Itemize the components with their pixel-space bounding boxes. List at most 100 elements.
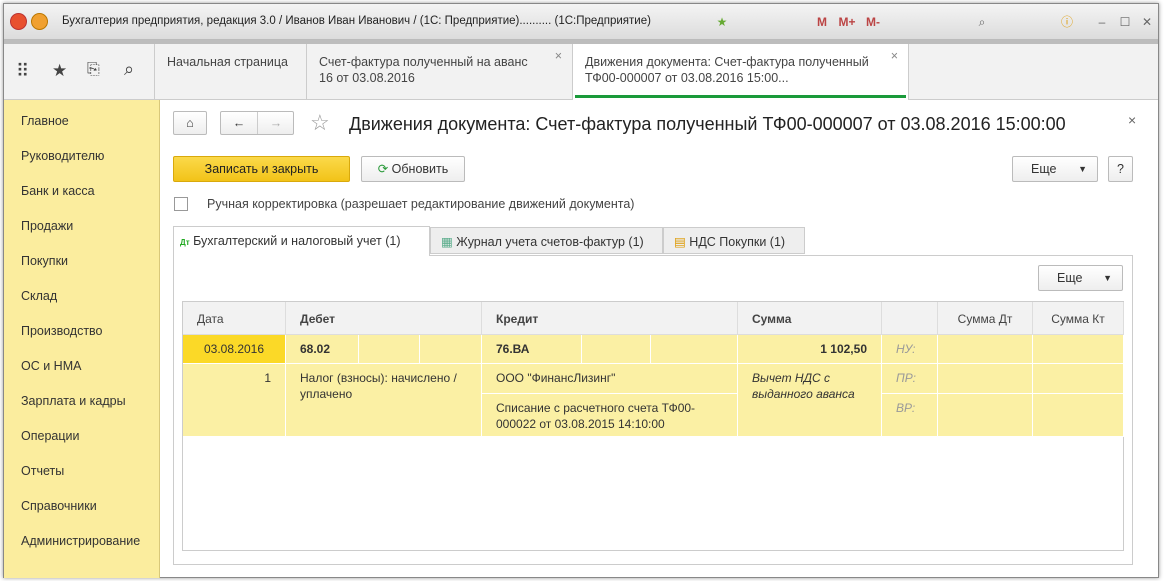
cell-credit-document[interactable]: Списание с расчетного счета ТФ00-000022 … bbox=[482, 394, 738, 437]
cell-debit-description[interactable]: Налог (взносы): начислено / уплачено bbox=[286, 364, 482, 437]
cell-sum-dt[interactable] bbox=[938, 335, 1033, 364]
cell-row-number[interactable]: 1 bbox=[183, 364, 286, 437]
sidebar-item-bank[interactable]: Банк и касса bbox=[21, 184, 95, 198]
sidebar-item-operations[interactable]: Операции bbox=[21, 429, 79, 443]
cell-sum[interactable]: 1 102,50 bbox=[738, 335, 882, 364]
cell-sum-kt-pr[interactable] bbox=[1033, 364, 1124, 394]
header-date[interactable]: Дата bbox=[183, 302, 286, 335]
memory-m-button[interactable]: M bbox=[814, 14, 830, 30]
more-label: Еще bbox=[1057, 271, 1083, 285]
sidebar-item-sales[interactable]: Продажи bbox=[21, 219, 73, 233]
table-icon: ▦ bbox=[441, 235, 453, 249]
save-close-button[interactable]: Записать и закрыть bbox=[173, 156, 350, 182]
tab-invoice[interactable]: Счет-фактура полученный на аванс 16 от 0… bbox=[307, 44, 573, 100]
label-nu: НУ: bbox=[882, 335, 938, 364]
cell-credit[interactable]: 76.ВА bbox=[482, 335, 582, 364]
apps-grid-icon[interactable]: ⠿ bbox=[16, 61, 29, 82]
refresh-button[interactable]: ⟳ Обновить bbox=[361, 156, 465, 182]
dt-kt-icon: Дт bbox=[180, 238, 190, 247]
cell-credit-counterparty[interactable]: ООО "ФинансЛизинг" bbox=[482, 364, 738, 394]
sidebar-item-production[interactable]: Производство bbox=[21, 324, 103, 338]
header-sum[interactable]: Сумма bbox=[738, 302, 882, 335]
help-button[interactable]: ? bbox=[1108, 156, 1133, 182]
header-credit[interactable]: Кредит bbox=[482, 302, 738, 335]
nav-buttons: ← → bbox=[220, 111, 294, 135]
label-pr: ПР: bbox=[882, 364, 938, 394]
sidebar-item-manager[interactable]: Руководителю bbox=[21, 149, 104, 163]
active-tab-indicator bbox=[575, 95, 906, 98]
cell-credit-subconto[interactable] bbox=[651, 335, 738, 364]
tab-label: НДС Покупки (1) bbox=[689, 235, 786, 249]
cell-sum-dt-pr[interactable] bbox=[938, 364, 1033, 394]
tab-accounting[interactable]: Дт Бухгалтерский и налоговый учет (1) bbox=[173, 226, 430, 256]
cell-date[interactable]: 03.08.2016 bbox=[183, 335, 286, 364]
title-bar: Бухгалтерия предприятия, редакция 3.0 / … bbox=[4, 4, 1158, 40]
more-label: Еще bbox=[1031, 162, 1057, 176]
register-icon: ▤ bbox=[674, 235, 686, 249]
sidebar-item-catalogs[interactable]: Справочники bbox=[21, 499, 97, 513]
back-arrow-icon[interactable]: ← bbox=[221, 112, 258, 134]
memory-mminus-button[interactable]: M- bbox=[862, 14, 884, 30]
star-icon[interactable]: ★ bbox=[52, 61, 67, 81]
close-window-icon[interactable]: ✕ bbox=[1139, 14, 1155, 30]
sidebar-item-admin[interactable]: Администрирование bbox=[21, 534, 140, 548]
header-sum-kt[interactable]: Сумма Кт bbox=[1033, 302, 1124, 335]
sidebar-item-main[interactable]: Главное bbox=[21, 114, 69, 128]
forward-arrow-icon[interactable]: → bbox=[258, 112, 294, 134]
chevron-down-icon: ▼ bbox=[1103, 273, 1112, 283]
sidebar-item-assets[interactable]: ОС и НМА bbox=[21, 359, 81, 373]
manual-correction-checkbox[interactable] bbox=[174, 197, 188, 211]
cell-sum-kt-vr[interactable] bbox=[1033, 394, 1124, 437]
memory-mplus-button[interactable]: M+ bbox=[836, 14, 858, 30]
cell-debit-subconto[interactable] bbox=[359, 335, 420, 364]
refresh-label: Обновить bbox=[391, 162, 449, 176]
sidebar-item-salary[interactable]: Зарплата и кадры bbox=[21, 394, 126, 408]
favorites-icon[interactable]: ★ bbox=[714, 14, 730, 30]
search-icon[interactable]: ⌕ bbox=[974, 14, 990, 30]
cell-sum-kt[interactable] bbox=[1033, 335, 1124, 364]
tab-home[interactable]: Начальная страница bbox=[155, 44, 307, 100]
sidebar-item-purchases[interactable]: Покупки bbox=[21, 254, 68, 268]
tab-label: Журнал учета счетов-фактур (1) bbox=[456, 235, 644, 249]
minimize-icon[interactable]: – bbox=[1094, 14, 1110, 30]
main-menu-icon[interactable] bbox=[31, 13, 48, 30]
chevron-down-icon: ▼ bbox=[1078, 164, 1087, 174]
close-icon[interactable]: × bbox=[555, 48, 562, 64]
header-debit[interactable]: Дебет bbox=[286, 302, 482, 335]
more-button[interactable]: Еще ▼ bbox=[1012, 156, 1098, 182]
history-icon[interactable]: ⎘ bbox=[87, 61, 100, 79]
cell-debit[interactable]: 68.02 bbox=[286, 335, 359, 364]
toolbar-icons: ⠿ ★ ⎘ ⌕ bbox=[4, 44, 155, 100]
window-title: Бухгалтерия предприятия, редакция 3.0 / … bbox=[62, 15, 651, 27]
label-vr: ВР: bbox=[882, 394, 938, 437]
table-more-button[interactable]: Еще ▼ bbox=[1038, 265, 1123, 291]
tab-label: Движения документа: Счет-фактура получен… bbox=[585, 55, 869, 85]
close-form-icon[interactable]: × bbox=[1128, 112, 1136, 128]
cell-debit-subconto[interactable] bbox=[420, 335, 482, 364]
tab-vat-purchases[interactable]: ▤ НДС Покупки (1) bbox=[663, 227, 805, 254]
header-blank bbox=[882, 302, 938, 335]
tab-document-movements[interactable]: Движения документа: Счет-фактура получен… bbox=[573, 44, 909, 100]
sidebar-item-reports[interactable]: Отчеты bbox=[21, 464, 64, 478]
tab-label: Начальная страница bbox=[167, 55, 288, 69]
search-icon[interactable]: ⌕ bbox=[124, 59, 134, 80]
info-icon[interactable]: ⓘ bbox=[1059, 14, 1075, 30]
cell-credit-subconto[interactable] bbox=[582, 335, 651, 364]
tab-invoice-journal[interactable]: ▦ Журнал учета счетов-фактур (1) bbox=[430, 227, 663, 254]
close-icon[interactable]: × bbox=[891, 48, 898, 64]
home-button[interactable]: ⌂ bbox=[173, 111, 207, 135]
page-title: Движения документа: Счет-фактура получен… bbox=[349, 114, 1066, 134]
tab-label: Счет-фактура полученный на аванс 16 от 0… bbox=[319, 55, 528, 85]
1c-logo-icon bbox=[10, 13, 27, 30]
home-icon: ⌂ bbox=[186, 116, 194, 130]
sidebar-item-warehouse[interactable]: Склад bbox=[21, 289, 57, 303]
refresh-icon: ⟳ bbox=[377, 162, 392, 176]
star-icon[interactable]: ☆ bbox=[310, 110, 330, 136]
open-tabs-bar: ⠿ ★ ⎘ ⌕ Начальная страница Счет-фактура … bbox=[4, 44, 1158, 100]
cell-content[interactable]: Вычет НДС с выданного аванса bbox=[738, 364, 882, 437]
manual-correction-label: Ручная корректировка (разрешает редактир… bbox=[207, 197, 635, 211]
maximize-icon[interactable]: ☐ bbox=[1117, 14, 1133, 30]
tab-label: Бухгалтерский и налоговый учет (1) bbox=[193, 234, 401, 248]
cell-sum-dt-vr[interactable] bbox=[938, 394, 1033, 437]
header-sum-dt[interactable]: Сумма Дт bbox=[938, 302, 1033, 335]
